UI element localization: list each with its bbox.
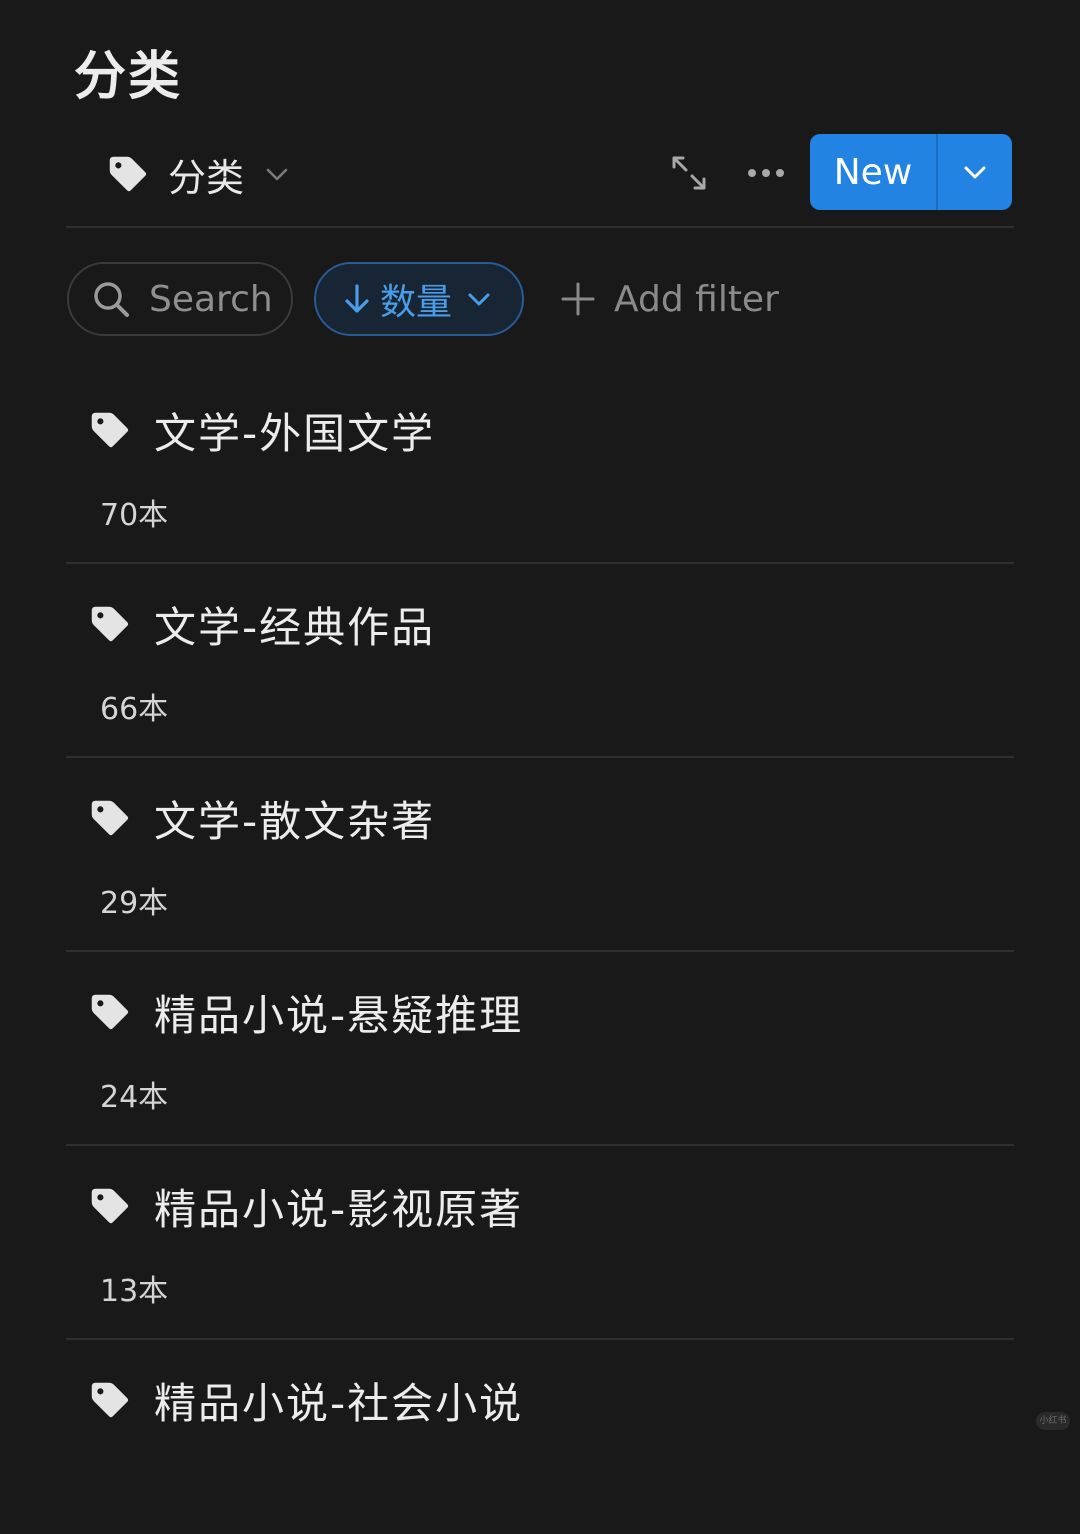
tag-icon [109,156,147,192]
tag-icon [91,800,129,836]
view-selector[interactable]: 分类 [104,146,290,202]
item-title: 精品小说-悬疑推理 [154,990,524,1040]
new-button-group: New [810,134,1012,210]
item-title: 精品小说-社会小说 [154,1378,524,1428]
list-item[interactable]: 文学-经典作品 66本 [66,564,1014,758]
add-filter-label: Add filter [614,278,779,320]
list-item[interactable]: 精品小说-社会小说 [66,1340,1014,1534]
page-title: 分类 [74,47,183,107]
tag-icon [91,412,129,448]
item-title: 精品小说-影视原著 [154,1184,524,1234]
item-count: 29本 [100,886,169,921]
item-count: 13本 [100,1274,169,1309]
plus-icon [561,282,595,316]
list-item[interactable]: 文学-外国文学 70本 [66,370,1014,564]
list-item[interactable]: 精品小说-悬疑推理 24本 [66,952,1014,1146]
list-item[interactable]: 精品小说-影视原著 13本 [66,1146,1014,1340]
item-count: 24本 [100,1080,169,1115]
new-dropdown-button[interactable] [938,134,1012,210]
item-title: 文学-散文杂著 [154,796,436,846]
chevron-down-icon [266,168,288,181]
tag-icon [91,994,129,1030]
category-list: 文学-外国文学 70本 文学-经典作品 66本 文学-散文杂著 29本 精品小说… [66,370,1014,1534]
more-dots-icon[interactable] [746,160,786,186]
arrow-down-icon [345,284,369,313]
add-filter-button[interactable]: Add filter [560,268,779,330]
tag-icon [91,606,129,642]
view-bar: 分类 New [66,132,1014,226]
list-item[interactable]: 文学-散文杂著 29本 [66,758,1014,952]
item-title: 文学-经典作品 [154,602,436,652]
sort-label: 数量 [380,282,453,323]
expand-arrows-icon[interactable] [670,154,708,192]
new-button[interactable]: New [810,134,936,210]
watermark: 小红书 [1036,1412,1070,1430]
tag-icon [91,1382,129,1418]
item-title: 文学-外国文学 [154,408,436,458]
toolbar-divider [66,226,1014,228]
item-count: 66本 [100,692,169,727]
search-label: Search [149,278,273,320]
sort-chip[interactable]: 数量 [314,262,524,336]
tag-icon [91,1188,129,1224]
chevron-down-icon [964,166,986,179]
item-count: 70本 [100,498,169,533]
search-icon [94,282,129,317]
view-label: 分类 [168,155,245,200]
search-button[interactable]: Search [67,262,293,336]
chevron-down-icon [468,293,490,306]
